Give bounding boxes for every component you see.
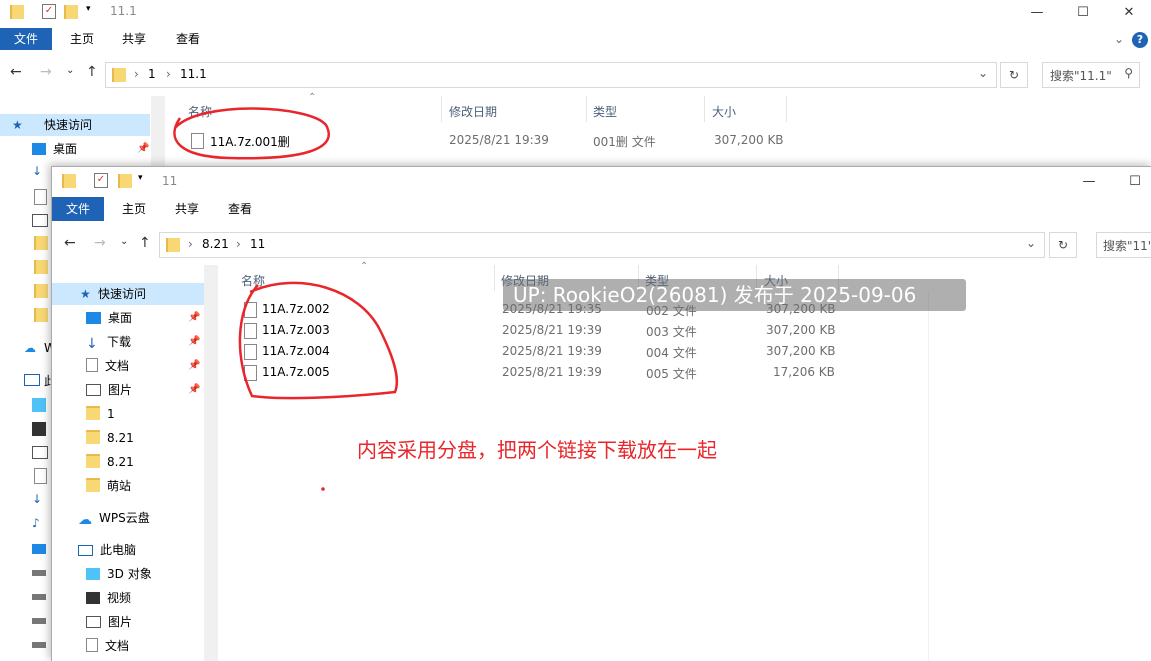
annotation-note: 内容采用分盘，把两个链接下载放在一起 [357,438,717,462]
upload-watermark: UP: RookieO2(26081) 发布于 2025-09-06 [503,279,966,311]
red-dot-annotation [321,487,325,491]
red-circle-annotation [238,281,399,400]
annotation-layer [173,107,399,491]
red-circle-annotation [173,107,330,160]
